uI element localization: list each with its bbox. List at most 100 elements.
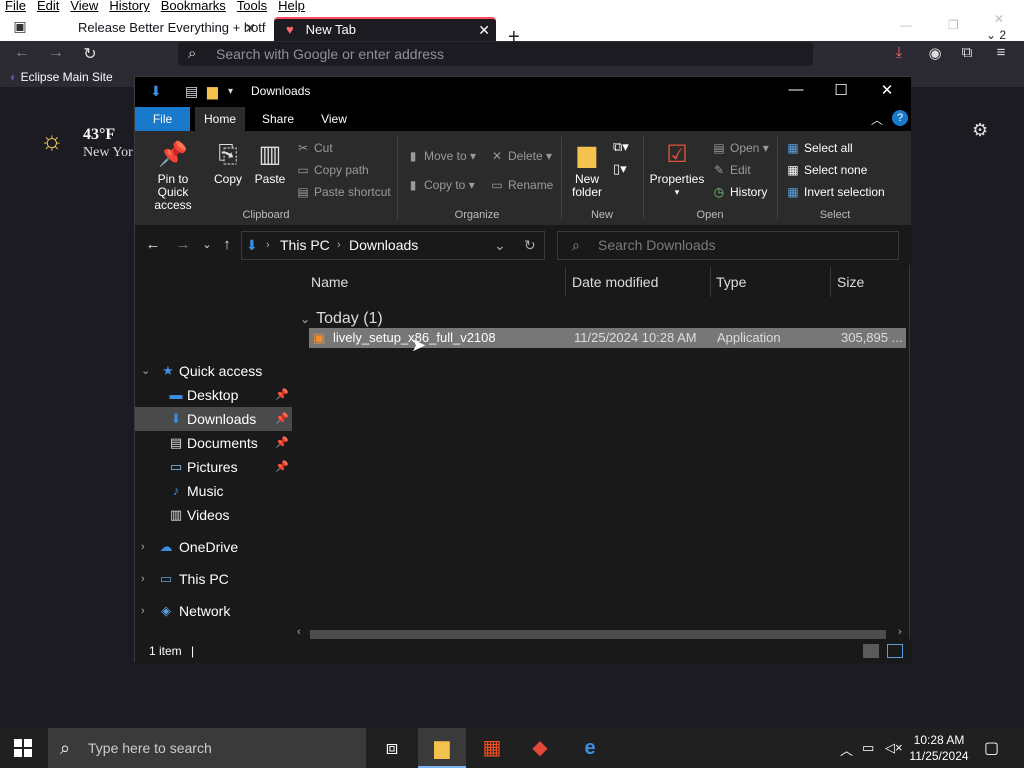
open-button[interactable]: ▤ Open ▾	[711, 141, 768, 155]
scroll-left-icon[interactable]: ‹	[297, 626, 301, 638]
ribbon-tab-home[interactable]: Home	[195, 107, 245, 131]
menu-tools[interactable]: Tools	[237, 0, 267, 12]
properties-quick-icon[interactable]: ▤	[185, 83, 198, 100]
properties-button[interactable]: ☑ Properties ▾	[649, 141, 705, 199]
nav-network[interactable]: › ◈ Network	[135, 599, 292, 623]
delete-button[interactable]: ✕ Delete ▾	[489, 149, 552, 163]
address-dropdown-icon[interactable]: ⌄	[494, 232, 506, 259]
internet-explorer-icon[interactable]: e	[566, 728, 614, 768]
easy-access-button[interactable]: ▯▾	[613, 161, 627, 177]
close-window-icon[interactable]: ✕	[994, 12, 1004, 26]
rename-button[interactable]: ▭ Rename	[489, 178, 553, 192]
ribbon-tab-share[interactable]: Share	[255, 107, 301, 131]
copy-button[interactable]: ⎘ Copy	[211, 141, 245, 186]
nav-this-pc[interactable]: › ▭ This PC	[135, 567, 292, 591]
close-tab-icon[interactable]: ✕	[478, 19, 490, 41]
copy-path-button[interactable]: ▭ Copy path	[295, 163, 368, 177]
nav-videos[interactable]: ▥ Videos	[135, 503, 292, 527]
large-icons-view-icon[interactable]	[887, 644, 903, 658]
move-to-button[interactable]: ▮ Move to ▾	[405, 149, 476, 163]
new-folder-quick-icon[interactable]: ▆	[207, 83, 218, 100]
bookmark-eclipse[interactable]: ◐ Eclipse Main Site	[10, 67, 113, 87]
back-icon[interactable]: ←	[144, 236, 162, 253]
cut-button[interactable]: ✂ Cut	[295, 141, 333, 155]
back-icon[interactable]: ←	[12, 44, 32, 62]
close-icon[interactable]: ✕	[876, 81, 898, 99]
invert-selection-button[interactable]: ▦ Invert selection	[785, 185, 884, 199]
microsoft-store-icon[interactable]: ▦	[468, 728, 516, 768]
nav-desktop[interactable]: ▬ Desktop 📌	[135, 383, 292, 407]
edit-button[interactable]: ✎ Edit	[711, 163, 751, 177]
notifications-icon[interactable]: ▢	[984, 738, 999, 758]
close-tab-icon[interactable]: ✕	[244, 17, 256, 39]
history-button[interactable]: ◷ History	[711, 185, 768, 199]
select-none-button[interactable]: ▦ Select none	[785, 163, 867, 177]
maximize-icon[interactable]: ❐	[948, 18, 959, 32]
group-header-today[interactable]: ⌄ Today (1)	[300, 310, 383, 328]
column-divider[interactable]	[565, 267, 566, 297]
menu-bookmarks[interactable]: Bookmarks	[161, 0, 226, 12]
minimize-icon[interactable]: —	[785, 81, 807, 98]
scroll-right-icon[interactable]: ›	[898, 626, 902, 638]
menu-icon[interactable]: ≡	[990, 44, 1012, 61]
app-taskbar-icon[interactable]: ◆	[516, 728, 564, 768]
network-status-icon[interactable]: ▭	[862, 740, 874, 756]
select-all-button[interactable]: ▦ Select all	[785, 141, 852, 155]
forward-icon[interactable]: →	[46, 44, 66, 62]
new-folder-button[interactable]: ▆ New folder	[567, 141, 607, 199]
forward-icon[interactable]: →	[174, 236, 192, 253]
column-divider[interactable]	[830, 267, 831, 297]
scrollbar-thumb[interactable]	[310, 630, 886, 639]
settings-gear-icon[interactable]: ⚙	[972, 120, 988, 141]
up-icon[interactable]: ↑	[218, 236, 236, 253]
extensions-icon[interactable]: ⧉	[956, 44, 978, 61]
nav-quick-access[interactable]: ⌄ ★ Quick access	[135, 359, 292, 383]
ribbon-tab-file[interactable]: File	[135, 107, 190, 131]
taskbar-search-box[interactable]: ⌕ Type here to search	[48, 728, 366, 768]
taskbar-clock[interactable]: 10:28 AM 11/25/2024	[908, 732, 970, 764]
nav-pictures[interactable]: ▭ Pictures 📌	[135, 455, 292, 479]
paste-shortcut-button[interactable]: ▤ Paste shortcut	[295, 185, 390, 199]
downloads-icon[interactable]: ⤓	[888, 44, 910, 61]
nav-documents[interactable]: ▤ Documents 📌	[135, 431, 292, 455]
menu-help[interactable]: Help	[278, 0, 305, 12]
maximize-icon[interactable]: ☐	[830, 81, 852, 99]
new-item-button[interactable]: ⧉▾	[613, 139, 629, 155]
file-explorer-taskbar-icon[interactable]: ▆	[418, 728, 466, 768]
menu-history[interactable]: History	[109, 0, 149, 12]
all-tabs-button[interactable]: ⌄ 2	[986, 28, 1006, 42]
refresh-icon[interactable]: ↻	[524, 232, 536, 259]
address-bar[interactable]: ⬇ › This PC › Downloads ⌄ ↻	[241, 231, 545, 260]
column-size[interactable]: Size	[837, 265, 864, 299]
menu-file[interactable]: File	[5, 0, 26, 12]
file-row[interactable]: ▣ lively_setup_x86_full_v2108 11/25/2024…	[309, 328, 906, 348]
minimize-icon[interactable]: —	[900, 18, 912, 32]
nav-downloads[interactable]: ⬇ Downloads 📌	[135, 407, 292, 431]
customize-toolbar-icon[interactable]: ▾	[228, 86, 233, 97]
breadcrumb-downloads[interactable]: Downloads	[349, 232, 418, 259]
account-icon[interactable]: ◉	[924, 44, 946, 62]
horizontal-scrollbar[interactable]: ‹ ›	[292, 626, 909, 639]
ribbon-tab-view[interactable]: View	[311, 107, 357, 131]
menu-view[interactable]: View	[70, 0, 98, 12]
tab-release[interactable]: Release Better Everything + hotf ✕	[66, 17, 266, 43]
breadcrumb-this-pc[interactable]: This PC	[280, 232, 330, 259]
tab-new-tab[interactable]: ♥ New Tab ✕	[274, 17, 496, 43]
url-bar[interactable]: ⌕ Search with Google or enter address	[178, 42, 813, 66]
tab-overview-icon[interactable]: ▣	[8, 18, 32, 38]
copy-to-button[interactable]: ▮ Copy to ▾	[405, 178, 475, 192]
nav-music[interactable]: ♪ Music	[135, 479, 292, 503]
pin-quick-access-button[interactable]: 📌 Pin to Quick access	[141, 141, 205, 212]
details-view-icon[interactable]	[863, 644, 879, 658]
volume-muted-icon[interactable]: ◁×	[885, 740, 903, 756]
nav-onedrive[interactable]: › ☁ OneDrive	[135, 535, 292, 559]
collapse-ribbon-icon[interactable]: ︿	[871, 111, 883, 128]
reload-icon[interactable]: ↻	[80, 44, 100, 64]
task-view-icon[interactable]: ⧈	[368, 728, 416, 768]
help-icon[interactable]: ?	[892, 110, 908, 126]
windows-start-icon[interactable]	[14, 739, 32, 757]
paste-button[interactable]: ▥ Paste	[253, 141, 287, 186]
column-name[interactable]: Name	[311, 265, 348, 299]
menu-edit[interactable]: Edit	[37, 0, 59, 12]
column-divider[interactable]	[710, 267, 711, 297]
